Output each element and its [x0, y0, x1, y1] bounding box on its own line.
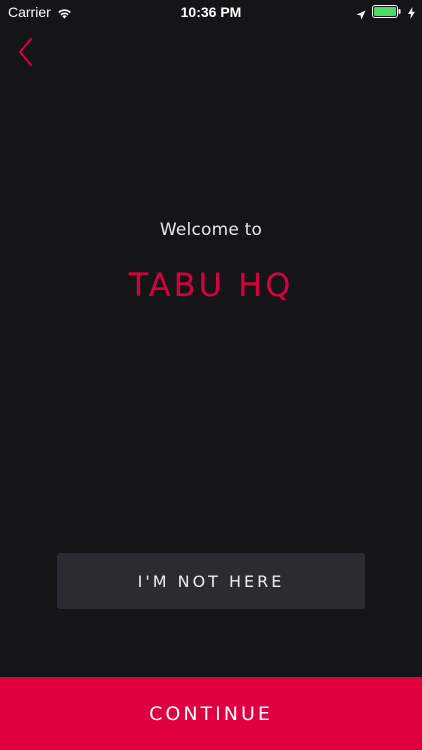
welcome-label: Welcome to: [159, 220, 263, 240]
continue-button[interactable]: CONTINUE: [0, 677, 422, 750]
charging-bolt-icon: [408, 6, 415, 19]
location-arrow-icon: [356, 7, 366, 19]
location-name: TABU HQ: [128, 266, 294, 304]
not-here-button[interactable]: I'M NOT HERE: [57, 553, 365, 609]
chevron-left-icon: [19, 38, 32, 66]
check-in-screen: Carrier 10:36 PM Welcome to TABU HQ I'M …: [0, 0, 422, 750]
back-button[interactable]: [12, 36, 40, 68]
right-status-group: [356, 5, 415, 19]
battery-icon: [372, 5, 402, 18]
status-bar: Carrier 10:36 PM: [0, 0, 422, 24]
